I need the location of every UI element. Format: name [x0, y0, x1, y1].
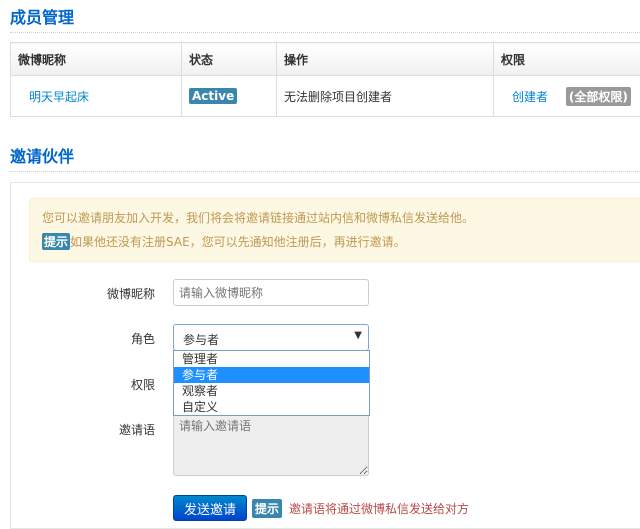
- nickname-input[interactable]: [173, 279, 369, 306]
- role-select[interactable]: 参与者 ▼: [173, 324, 369, 351]
- member-nickname-link[interactable]: 明天早起床: [29, 90, 89, 104]
- col-nickname: 微博昵称: [11, 43, 182, 76]
- invite-title: 邀请伙伴: [10, 143, 74, 167]
- hint-text: 邀请语将通过微博私信发送给对方: [289, 500, 469, 517]
- alert-text: 如果他还没有注册SAE，您可以先通知他注册后，再进行邀请。: [70, 235, 406, 249]
- role-selected-value: 参与者: [183, 333, 219, 347]
- role-option-selected[interactable]: 参与者: [174, 367, 369, 383]
- role-link[interactable]: 创建者: [512, 90, 548, 104]
- col-permission: 权限: [494, 43, 640, 76]
- hint-badge: 提示: [252, 499, 282, 518]
- message-label: 邀请语: [95, 421, 155, 438]
- dropdown-arrow-icon: ▼: [354, 330, 362, 341]
- permission-badge: (全部权限): [566, 87, 631, 106]
- status-badge: Active: [189, 88, 237, 104]
- info-alert: 您可以邀请朋友加入开发，我们将会将邀请链接通过站内信和微博私信发送给他。 提示如…: [29, 198, 640, 262]
- role-option[interactable]: 观察者: [174, 383, 369, 399]
- table-row: 明天早起床 Active 无法删除项目创建者 创建者 (全部权限): [11, 76, 640, 117]
- table-header: 微博昵称 状态 操作 权限: [11, 43, 640, 76]
- message-textarea[interactable]: [173, 412, 369, 476]
- divider: [10, 171, 640, 172]
- send-invite-button[interactable]: 发送邀请: [173, 495, 247, 521]
- col-action: 操作: [277, 43, 494, 76]
- tip-badge: 提示: [42, 233, 70, 250]
- member-management-title: 成员管理: [10, 4, 74, 28]
- alert-text: 您可以邀请朋友加入开发，我们将会将邀请链接通过站内信和微博私信发送给他。: [42, 209, 474, 226]
- action-text: 无法删除项目创建者: [277, 76, 494, 117]
- members-table: 微博昵称 状态 操作 权限 明天早起床 Active 无法删除项目创建者 创建者…: [10, 42, 640, 117]
- nickname-label: 微博昵称: [95, 285, 155, 302]
- col-status: 状态: [182, 43, 277, 76]
- role-option[interactable]: 自定义: [174, 399, 369, 415]
- permission-label: 权限: [95, 376, 155, 393]
- role-option[interactable]: 管理者: [174, 351, 369, 367]
- role-options-list: 管理者 参与者 观察者 自定义: [173, 350, 370, 416]
- divider: [10, 32, 640, 33]
- role-label: 角色: [95, 330, 155, 347]
